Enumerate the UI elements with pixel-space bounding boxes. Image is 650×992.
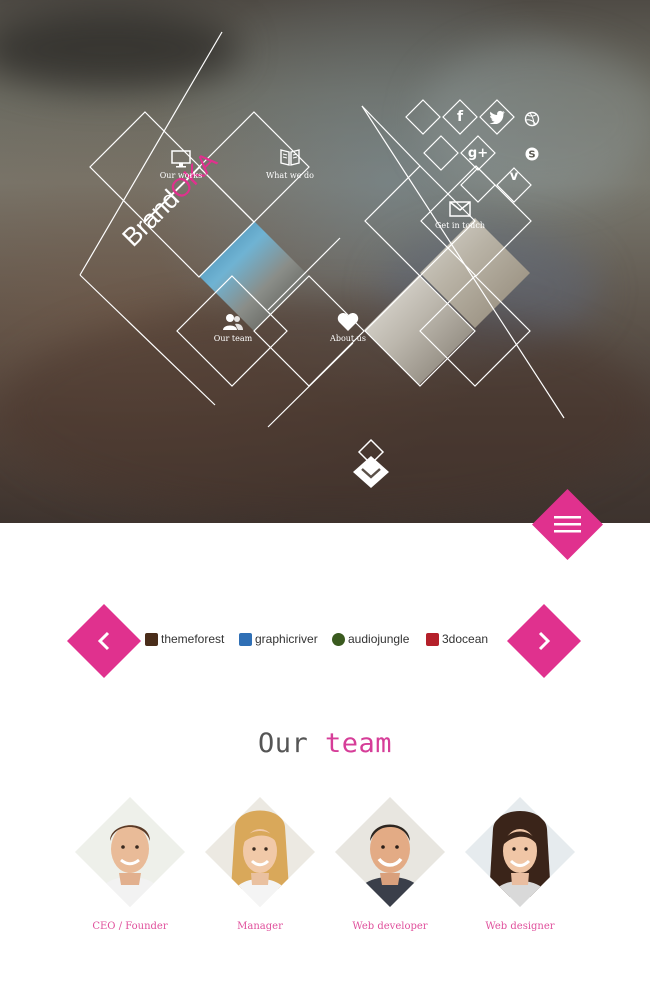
partner-logo-audiojungle[interactable]: audiojungle — [332, 632, 409, 646]
heart-icon — [337, 313, 359, 331]
audiojungle-icon — [332, 632, 345, 646]
team-icon — [223, 314, 243, 330]
monitor-icon — [171, 150, 191, 168]
menu-button[interactable] — [532, 489, 603, 560]
member-role-ceo: CEO / Founder — [92, 921, 168, 932]
partner-logo-graphicriver[interactable]: graphicriver — [239, 632, 318, 646]
scroll-down-button[interactable] — [351, 438, 391, 490]
graphicriver-icon — [239, 632, 252, 646]
member-role-web-developer: Web developer — [352, 921, 428, 932]
tile-get-in-touch[interactable]: Get in touch — [415, 221, 505, 230]
themeforest-icon — [145, 632, 158, 646]
team-heading-part1: Our — [257, 728, 309, 759]
tile-what-we-do[interactable]: What we do — [245, 171, 335, 180]
3docean-icon — [426, 632, 439, 646]
member-role-web-designer: Web designer — [485, 921, 555, 932]
hero-section: BrandOKA Our works What we do Our team A… — [0, 0, 650, 523]
member-photo-web-designer[interactable] — [465, 797, 575, 907]
diamond-grid-lines — [79, 31, 565, 428]
carousel-prev-button[interactable] — [67, 604, 141, 678]
tile-our-works[interactable]: Our works — [136, 171, 226, 180]
dribbble-icon[interactable] — [521, 108, 543, 130]
team-heading-part2: team — [325, 728, 393, 759]
partner-logo-3docean[interactable]: 3docean — [426, 632, 488, 646]
carousel-next-button[interactable] — [507, 604, 581, 678]
twitter-icon[interactable] — [486, 106, 508, 128]
member-photo-web-developer[interactable] — [335, 797, 445, 907]
tile-about-us[interactable]: About us — [303, 334, 393, 343]
envelope-icon — [449, 201, 471, 217]
google-plus-icon[interactable]: g+ — [467, 142, 489, 164]
book-icon — [280, 149, 300, 166]
team-heading: Our team — [0, 728, 650, 759]
member-photo-manager[interactable] — [205, 797, 315, 907]
skype-icon[interactable]: S — [521, 143, 543, 165]
svg-text:S: S — [528, 150, 535, 161]
facebook-icon[interactable]: f — [449, 106, 471, 128]
vimeo-icon[interactable]: v — [503, 165, 525, 187]
tile-our-team[interactable]: Our team — [188, 334, 278, 343]
partner-logo-themeforest[interactable]: themeforest — [145, 632, 224, 646]
member-role-manager: Manager — [237, 921, 283, 932]
member-photo-ceo[interactable] — [75, 797, 185, 907]
